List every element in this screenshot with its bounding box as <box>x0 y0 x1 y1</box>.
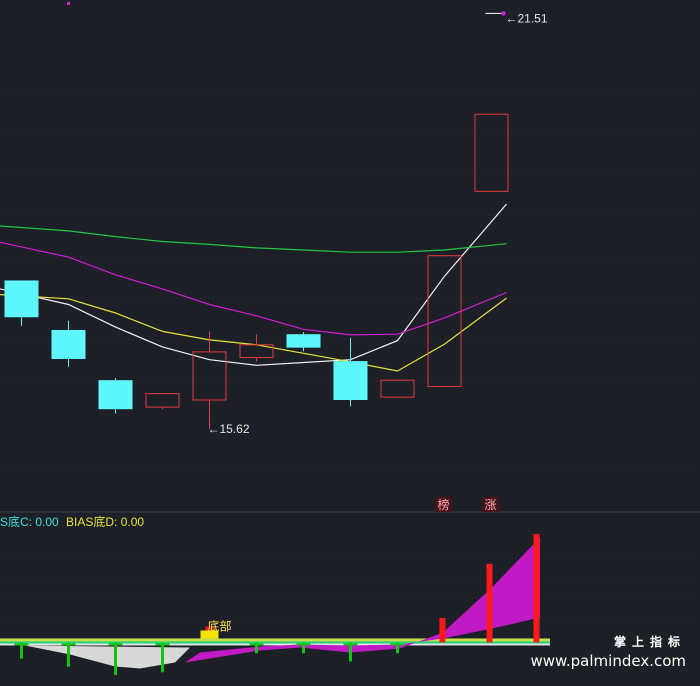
candle-body <box>333 361 368 400</box>
indicator-red-bar <box>439 618 446 643</box>
price-high-label: ←21.51 <box>506 11 548 25</box>
watermark-url: www.palmindex.com <box>530 652 686 670</box>
grid-lines <box>0 47 700 619</box>
indicator-red-bar <box>533 534 540 643</box>
tag-label: 涨 <box>485 497 497 512</box>
candle-body <box>51 329 86 359</box>
annotations: ←15.62 ←21.51 榜 涨 <box>67 2 548 512</box>
indicator-red-bar <box>486 563 493 643</box>
ma-line <box>0 225 507 253</box>
tag-label: 榜 <box>438 497 450 512</box>
candle-body <box>145 393 180 408</box>
indicator-fills <box>0 537 550 669</box>
watermark-title: 掌上指标 <box>613 635 686 649</box>
candle-body <box>4 280 39 318</box>
candle-body <box>380 379 415 398</box>
chart-canvas: 底部 ←15.62 ←21.51 榜 涨 <box>0 2 700 675</box>
price-low-label: ←15.62 <box>208 422 250 436</box>
baseline-stripe <box>0 638 550 642</box>
baseline-stripe <box>0 641 550 644</box>
top-marker-dot <box>67 2 70 5</box>
legend-bias-c: S底C: 0.00 <box>0 515 59 529</box>
candle-body <box>286 334 321 348</box>
bottom-marker-label: 底部 <box>208 618 232 633</box>
negative-fill <box>25 645 190 669</box>
candle-body <box>474 113 509 192</box>
candle-body <box>98 380 133 410</box>
watermark: 掌上指标 www.palmindex.com <box>496 633 686 670</box>
baseline-stripe <box>0 643 550 646</box>
indicator-legend: S底C: 0.00 BIAS底D: 0.00 <box>0 513 144 530</box>
legend-bias-d: BIAS底D: 0.00 <box>66 515 145 529</box>
